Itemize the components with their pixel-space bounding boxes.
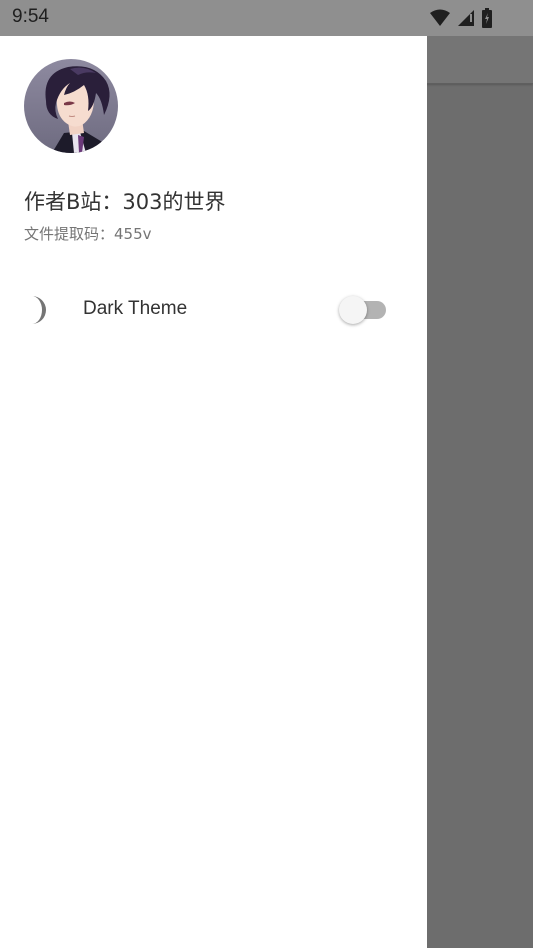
status-bar: 9:54 (0, 0, 533, 36)
toggle-thumb (339, 296, 367, 324)
navigation-drawer: 作者B站：303的世界 文件提取码：455v Dark Theme (0, 36, 427, 948)
battery-icon (482, 8, 492, 28)
wifi-icon (430, 9, 450, 26)
status-time: 9:54 (12, 6, 49, 27)
signal-icon (458, 10, 474, 26)
extraction-code: 文件提取码：455v (24, 225, 152, 243)
menu-item-label: Dark Theme (83, 298, 188, 319)
anime-character-avatar (24, 59, 118, 153)
menu-item-dark-theme[interactable]: Dark Theme (0, 282, 427, 338)
status-icons (429, 8, 493, 28)
avatar[interactable] (24, 59, 118, 153)
moon-icon (32, 296, 46, 324)
dark-theme-toggle[interactable] (338, 295, 388, 325)
author-title: 作者B站：303的世界 (24, 190, 226, 214)
